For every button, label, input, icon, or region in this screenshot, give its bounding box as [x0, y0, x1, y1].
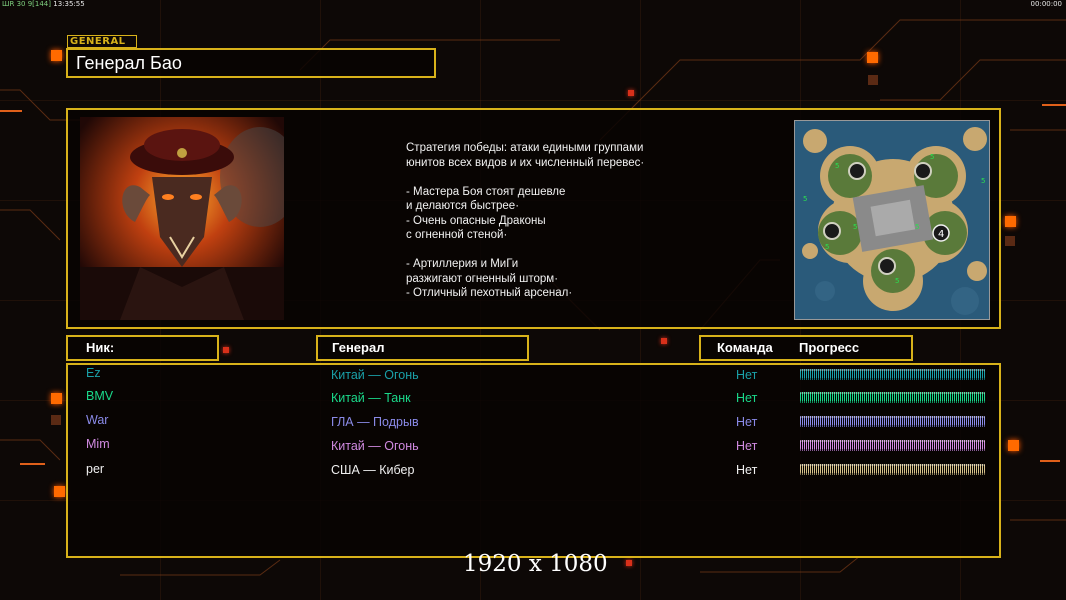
general-description: Стратегия победы: атаки едиными группами… — [406, 141, 706, 301]
deco-square — [628, 90, 634, 96]
deco-square — [51, 50, 62, 61]
player-team: Нет — [736, 415, 758, 429]
player-row: per США — Кибер Нет — [0, 461, 1066, 481]
svg-text:5: 5 — [803, 195, 807, 203]
deco-square — [54, 486, 65, 497]
player-nick: Ez — [86, 366, 101, 380]
description-line: - Очень опасные Драконы — [406, 214, 546, 227]
general-column-header: Генерал — [316, 335, 529, 361]
player-general: ГЛА — Подрыв — [331, 415, 419, 429]
general-header-label: Генерал — [332, 340, 385, 355]
team-header-label: Команда — [717, 340, 773, 355]
general-tag-label: GENERAL — [67, 35, 137, 48]
svg-text:5: 5 — [835, 162, 839, 170]
deco-square — [661, 338, 667, 344]
player-row: Ez Китай — Огонь Нет — [0, 366, 1066, 386]
svg-text:5: 5 — [895, 277, 899, 285]
resolution-caption: 1920 x 1080 — [463, 551, 608, 577]
game-clock: 00:00:00 — [1030, 0, 1062, 8]
svg-text:5: 5 — [981, 177, 985, 185]
svg-text:5: 5 — [853, 223, 857, 231]
player-team: Нет — [736, 439, 758, 453]
deco-square — [868, 75, 878, 85]
player-team: Нет — [736, 368, 758, 382]
player-nick: BMV — [86, 389, 114, 403]
player-team: Нет — [736, 391, 758, 405]
description-line: юнитов всех видов и их численный перевес… — [406, 156, 645, 169]
nick-column-header: Ник: — [66, 335, 219, 361]
demon-general-image — [80, 117, 284, 320]
player-progress-bar — [800, 464, 985, 475]
map-start-marker: 4 — [938, 229, 944, 240]
deco-square — [1005, 236, 1015, 246]
description-line: и делаются быстрее· — [406, 200, 520, 212]
player-progress-bar — [800, 440, 985, 451]
svg-text:5: 5 — [915, 223, 919, 231]
description-line: - Мастера Боя стоят дешевле — [406, 185, 566, 198]
deco-square — [867, 52, 878, 63]
team-progress-header: Команда Прогресс — [699, 335, 913, 361]
deco-dash — [0, 110, 22, 112]
svg-text:5: 5 — [930, 153, 934, 161]
general-name-title: Генерал Бао — [66, 48, 436, 78]
svg-text:5: 5 — [825, 243, 829, 251]
player-general: Китай — Огонь — [331, 439, 419, 453]
description-line: разжигают огненный шторм· — [406, 272, 559, 285]
player-team: Нет — [736, 463, 758, 477]
description-line: Стратегия победы: атаки едиными группами — [406, 142, 644, 154]
status-bracket: [144] — [32, 0, 51, 8]
deco-square — [1005, 216, 1016, 227]
player-row: BMV Китай — Танк Нет — [0, 389, 1066, 409]
status-bar-left: ШR 30 9[144] 13:35:55 — [2, 0, 85, 8]
map-preview: 4 5 5 5 5 5 5 5 5 — [794, 120, 990, 320]
player-row: War ГЛА — Подрыв Нет — [0, 413, 1066, 433]
status-time: 13:35:55 — [53, 0, 85, 8]
player-row: Mim Китай — Огонь Нет — [0, 437, 1066, 457]
player-general: Китай — Танк — [331, 391, 411, 405]
player-nick: War — [86, 413, 109, 427]
nick-header-label: Ник: — [86, 340, 115, 355]
map-terrain: 4 5 5 5 5 5 5 5 5 — [795, 121, 989, 319]
general-portrait — [80, 117, 284, 320]
description-line: с огненной стеной· — [406, 229, 508, 241]
player-progress-bar — [800, 416, 985, 427]
description-line: - Отличный пехотный арсенал· — [406, 287, 573, 299]
deco-square — [223, 347, 229, 353]
description-line: - Артиллерия и МиГи — [406, 258, 519, 270]
progress-header-label: Прогресс — [799, 340, 860, 355]
status-prefix: ШR 30 9 — [2, 0, 33, 8]
player-general: Китай — Огонь — [331, 368, 419, 382]
player-progress-bar — [800, 392, 985, 403]
player-general: США — Кибер — [331, 463, 415, 477]
player-progress-bar — [800, 369, 985, 380]
player-nick: Mim — [86, 437, 110, 451]
deco-square — [626, 560, 632, 566]
deco-dash — [1042, 104, 1066, 106]
player-nick: per — [86, 462, 105, 476]
